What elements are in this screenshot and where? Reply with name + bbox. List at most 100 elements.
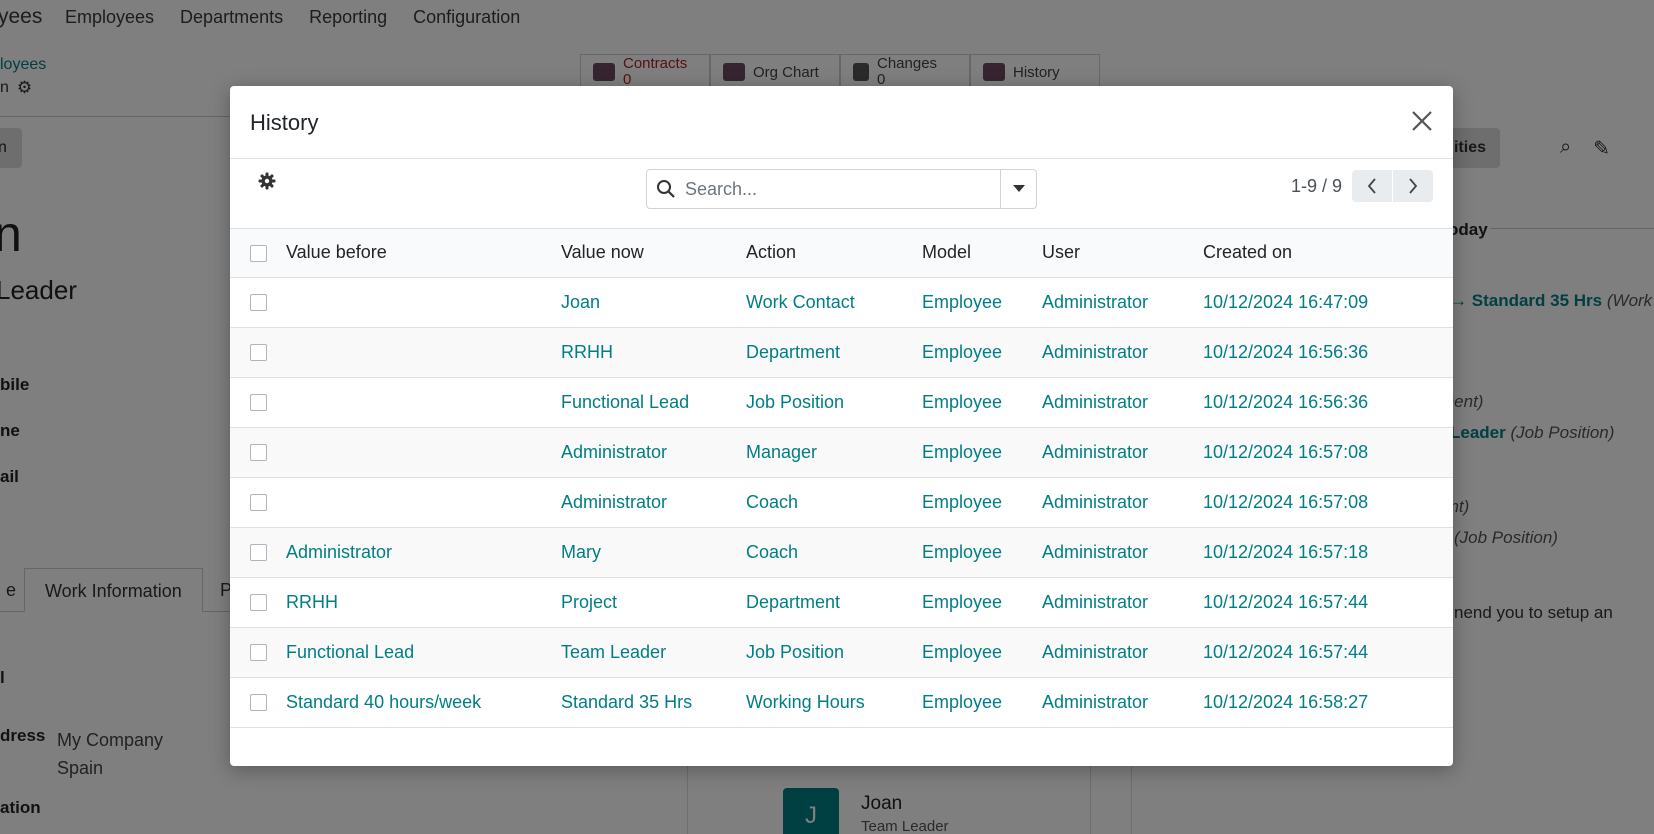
modal-title: History — [250, 110, 319, 135]
pager-value[interactable]: 1-9 / 9 — [1291, 176, 1342, 197]
cell-value-before: Administrator — [286, 527, 561, 578]
select-all-checkbox[interactable] — [250, 245, 267, 262]
cell-action: Manager — [746, 427, 922, 478]
cell-value-before — [286, 477, 561, 528]
column-header-created-on[interactable]: Created on — [1203, 229, 1453, 278]
row-checkbox[interactable] — [250, 644, 267, 662]
cell-value-before — [286, 377, 561, 428]
cell-value-now: Team Leader — [561, 627, 746, 678]
cell-value-before: Functional Lead — [286, 627, 561, 678]
row-checkbox-cell — [230, 577, 286, 628]
table-row[interactable]: RRHH Project Department Employee Administrat… — [230, 577, 1453, 628]
chevron-down-icon[interactable] — [1000, 170, 1036, 208]
table-row[interactable]: Administrator Coach Employee Administrator 1… — [230, 477, 1453, 528]
cell-value-now: RRHH — [561, 327, 746, 378]
row-checkbox[interactable] — [250, 694, 267, 712]
row-checkbox[interactable] — [250, 594, 267, 612]
column-header-model[interactable]: Model — [922, 229, 1042, 278]
pager: 1-9 / 9 — [1291, 170, 1433, 202]
column-header-value-now[interactable]: Value now — [561, 229, 746, 278]
search-icon — [647, 170, 685, 208]
close-icon[interactable] — [1407, 106, 1437, 136]
column-header-value-before[interactable]: Value before — [286, 229, 561, 278]
row-checkbox[interactable] — [250, 344, 267, 362]
cell-model: Employee — [922, 477, 1042, 528]
cell-value-before — [286, 427, 561, 478]
cell-value-now: Project — [561, 577, 746, 628]
cell-created-on: 10/12/2024 16:56:36 — [1203, 377, 1453, 428]
row-checkbox-cell — [230, 627, 286, 678]
cell-created-on: 10/12/2024 16:57:44 — [1203, 627, 1453, 678]
cell-action: Job Position — [746, 627, 922, 678]
cell-value-now: Standard 35 Hrs — [561, 677, 746, 728]
row-checkbox[interactable] — [250, 294, 267, 312]
cell-created-on: 10/12/2024 16:57:08 — [1203, 477, 1453, 528]
row-checkbox[interactable] — [250, 544, 267, 562]
cell-value-now: Joan — [561, 277, 746, 328]
cell-user: Administrator — [1042, 327, 1203, 378]
cell-value-now: Functional Lead — [561, 377, 746, 428]
chevron-left-icon[interactable] — [1352, 170, 1392, 202]
table-row[interactable]: Administrator Manager Employee Administrato… — [230, 427, 1453, 478]
cell-action: Job Position — [746, 377, 922, 428]
cell-model: Employee — [922, 327, 1042, 378]
row-checkbox-cell — [230, 277, 286, 328]
cell-value-now: Administrator — [561, 477, 746, 528]
row-checkbox-cell — [230, 477, 286, 528]
cell-user: Administrator — [1042, 527, 1203, 578]
table-row[interactable]: Functional Lead Team Leader Job Position Em… — [230, 627, 1453, 678]
cell-model: Employee — [922, 577, 1042, 628]
select-all-checkbox-cell — [230, 229, 286, 278]
table-body: Joan Work Contact Employee Administrator 10/… — [230, 277, 1453, 728]
table-row[interactable]: Administrator Mary Coach Employee Administra… — [230, 527, 1453, 578]
cell-user: Administrator — [1042, 427, 1203, 478]
row-checkbox-cell — [230, 377, 286, 428]
cell-value-before — [286, 327, 561, 378]
gear-icon[interactable] — [257, 171, 277, 191]
search-input[interactable] — [685, 170, 1000, 208]
cell-created-on: 10/12/2024 16:47:09 — [1203, 277, 1453, 328]
row-checkbox[interactable] — [250, 494, 267, 512]
control-panel: 1-9 / 9 — [230, 159, 1453, 229]
history-table: Value before Value now Action Model User… — [230, 229, 1453, 728]
table-row[interactable]: Functional Lead Job Position Employee Admin… — [230, 377, 1453, 428]
cell-user: Administrator — [1042, 677, 1203, 728]
cell-action: Coach — [746, 477, 922, 528]
cell-value-before — [286, 277, 561, 328]
cell-created-on: 10/12/2024 16:56:36 — [1203, 327, 1453, 378]
cell-created-on: 10/12/2024 16:57:44 — [1203, 577, 1453, 628]
chevron-right-icon[interactable] — [1393, 170, 1433, 202]
cell-user: Administrator — [1042, 477, 1203, 528]
table-row[interactable]: Joan Work Contact Employee Administrator 10/… — [230, 277, 1453, 328]
cell-action: Department — [746, 327, 922, 378]
row-checkbox-cell — [230, 677, 286, 728]
search-box — [646, 169, 1037, 209]
cell-value-before: Standard 40 hours/week — [286, 677, 561, 728]
cell-user: Administrator — [1042, 277, 1203, 328]
row-checkbox[interactable] — [250, 394, 267, 412]
cell-action: Working Hours — [746, 677, 922, 728]
cell-model: Employee — [922, 627, 1042, 678]
cell-created-on: 10/12/2024 16:57:18 — [1203, 527, 1453, 578]
cell-model: Employee — [922, 427, 1042, 478]
history-dialog: History 1-9 / 9 — [230, 86, 1453, 766]
cell-user: Administrator — [1042, 377, 1203, 428]
cell-value-before: RRHH — [286, 577, 561, 628]
cell-value-now: Administrator — [561, 427, 746, 478]
table-row[interactable]: RRHH Department Employee Administrator 10/12… — [230, 327, 1453, 378]
cell-created-on: 10/12/2024 16:58:27 — [1203, 677, 1453, 728]
cell-model: Employee — [922, 377, 1042, 428]
cell-user: Administrator — [1042, 577, 1203, 628]
cell-model: Employee — [922, 527, 1042, 578]
row-checkbox[interactable] — [250, 444, 267, 462]
column-header-user[interactable]: User — [1042, 229, 1203, 278]
column-header-action[interactable]: Action — [746, 229, 922, 278]
cell-action: Work Contact — [746, 277, 922, 328]
cell-value-now: Mary — [561, 527, 746, 578]
cell-model: Employee — [922, 277, 1042, 328]
cell-created-on: 10/12/2024 16:57:08 — [1203, 427, 1453, 478]
table-row[interactable]: Standard 40 hours/week Standard 35 Hrs Wor… — [230, 677, 1453, 728]
row-checkbox-cell — [230, 427, 286, 478]
row-checkbox-cell — [230, 527, 286, 578]
cell-model: Employee — [922, 677, 1042, 728]
